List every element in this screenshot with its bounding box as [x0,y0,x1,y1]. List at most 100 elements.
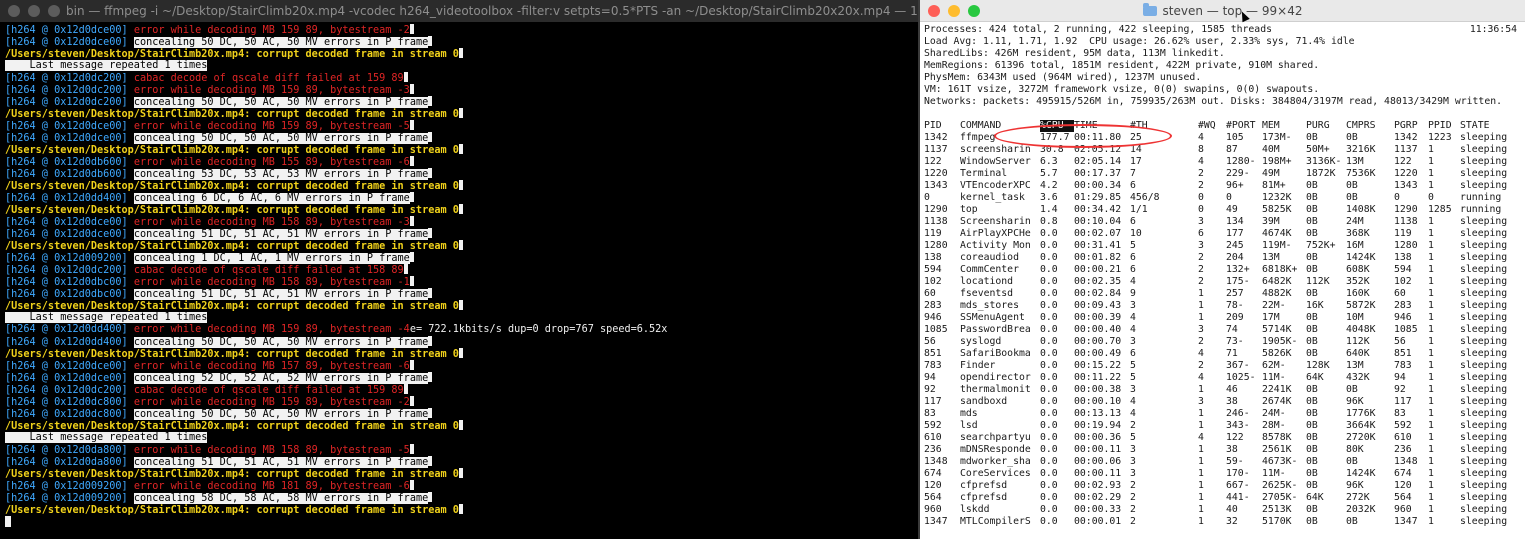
table-cell: 1220 [1394,168,1418,179]
summary-line: MemRegions: 61396 total, 1851M resident,… [924,60,1320,71]
corrupt-frame-text: /Users/steven/Desktop/StairClimb20x.mp4:… [5,469,459,480]
table-cell: 0B [1306,468,1318,479]
table-row: 83 mds 0.0 00:13.13 4 1 246- 24M- 0B 1776K 83 1 slee… [924,408,1525,420]
highlight-bar [458,420,463,430]
column-header: COMMAND [960,120,1002,131]
table-cell: CoreServices [960,468,1031,479]
terminal-window-ffmpeg[interactable]: bin — ffmpeg -i ~/Desktop/StairClimb20x.… [0,0,918,539]
table-cell: Terminal [960,168,1008,179]
table-cell: lsd [960,420,978,431]
table-cell: 7 [1130,168,1136,179]
table-cell: 6482K [1262,276,1292,287]
table-cell: 0.0 [1040,348,1058,359]
table-cell: 00:17.37 [1074,168,1122,179]
table-cell: 0.0 [1040,492,1058,503]
highlight-bar [428,36,433,46]
table-row: 1137 screensharin 30.8 02:05.12 14 8 87 40M 50M+… [924,144,1525,156]
minimize-button[interactable] [28,5,40,17]
corrupt-frame-text: /Users/steven/Desktop/StairClimb20x.mp4:… [5,49,459,60]
table-cell: 783 [924,360,942,371]
table-cell: 0 [924,192,930,203]
table-cell: 1342 [1394,132,1418,143]
line-prefix: [h264 @ 0x12d0dc200] [5,73,128,84]
column-header: PID [924,120,942,131]
table-cell: SSMenuAgent [960,312,1025,323]
zoom-button[interactable] [48,5,60,17]
table-cell: fseventsd [960,288,1014,299]
folder-icon [1142,3,1157,16]
table-cell: 0.0 [1040,240,1058,251]
line-prefix: [h264 @ 0x12d0da800] [5,457,128,468]
table-cell: 0.0 [1040,228,1058,239]
table-cell: 229- [1226,168,1250,179]
line-prefix: [h264 @ 0x12d0dd400] [5,337,128,348]
line-prefix: [h264 @ 0x12d009200] [5,253,128,264]
top-output[interactable]: 11:36:54 Processes: 424 total, 2 running… [920,22,1525,528]
line-prefix: [h264 @ 0x12d0dd400] [5,193,128,204]
terminal-line: [h264 @ 0x12d0dce00] error while decodin… [5,24,918,36]
line-prefix: [h264 @ 0x12d0da800] [5,445,128,456]
table-cell: sleeping [1460,180,1508,191]
table-cell: 71 [1226,348,1238,359]
table-cell: screensharin [960,144,1031,155]
table-cell: 0.0 [1040,504,1058,515]
table-cell: 73- [1226,336,1244,347]
table-cell: 2 [1198,360,1204,371]
terminal-line: [h264 @ 0x12d0dce00] concealing 50 DC, 5… [5,36,918,48]
terminal-output[interactable]: [h264 @ 0x12d0dce00] error while decodin… [0,22,918,528]
table-cell: 0.0 [1040,408,1058,419]
table-cell: 16M [1346,240,1364,251]
line-prefix: [h264 @ 0x12d0dc800] [5,409,128,420]
close-button[interactable] [8,5,20,17]
terminal-line: [h264 @ 0x12d0dd400] concealing 50 DC, 5… [5,336,918,348]
table-cell: 1 [1198,504,1204,515]
table-cell: 1137 [1394,144,1418,155]
table-cell: 00:00.38 [1074,384,1122,395]
error-text: error while decoding MB 158 89, bytestre… [133,217,410,228]
titlebar-top[interactable]: steven — top — 99×42 [920,0,1525,22]
table-cell: 851 [1394,348,1412,359]
table-cell: sleeping [1460,156,1508,167]
error-text: error while decoding MB 159 89, bytestre… [133,397,410,408]
table-cell: 56 [924,336,936,347]
table-body: 1342 ffmpeg 177.7 00:11.80 25 4 105 173M- 0B 0B 13… [924,132,1525,528]
corrupt-frame-text: /Users/steven/Desktop/StairClimb20x.mp4:… [5,145,459,156]
table-cell: 00:00.70 [1074,336,1122,347]
table-cell: 456/8 [1130,192,1160,203]
table-cell: 592 [1394,420,1412,431]
table-cell: 0B [1306,228,1318,239]
table-cell: 4 [1130,324,1136,335]
table-cell: 00:00.06 [1074,456,1122,467]
table-cell: 608K [1346,264,1370,275]
table-cell: 5 [1130,372,1136,383]
terminal-line: [h264 @ 0x12d0dc200] cabac decode of qsc… [5,72,918,84]
table-cell: 2241K [1262,384,1292,395]
table-row: 138 coreaudiod 0.0 00:01.82 6 2 204 13M 0B 1424K 1… [924,252,1525,264]
table-cell: 00:00.21 [1074,264,1122,275]
table-cell: 13M [1346,360,1364,371]
highlight-bar [428,168,433,178]
table-cell: 1138 [924,216,948,227]
summary-line: Processes: 424 total, 2 running, 422 sle… [924,24,1272,35]
table-row: 1138 Screensharin 0.8 00:10.04 6 3 134 39M 0B 24M… [924,216,1525,228]
table-cell: 783 [1394,360,1412,371]
table-cell: 00:13.13 [1074,408,1122,419]
table-cell: PasswordBrea [960,324,1031,335]
table-row: 60 fseventsd 0.0 00:02.84 9 1 257 4882K 0B 160K 60… [924,288,1525,300]
table-cell: 87 [1226,144,1238,155]
table-row: 610 searchpartyu 0.0 00:00.36 5 4 122 8578K 0B 27… [924,432,1525,444]
titlebar-ffmpeg[interactable]: bin — ffmpeg -i ~/Desktop/StairClimb20x.… [0,0,918,22]
table-cell: WindowServer [960,156,1031,167]
table-cell: 4 [1130,276,1136,287]
table-cell: 640K [1346,348,1370,359]
table-cell: 1 [1428,360,1434,371]
highlight-bar [458,48,463,58]
conceal-text: concealing 51 DC, 51 AC, 51 MV errors in… [133,289,429,300]
table-cell: 1 [1428,288,1434,299]
table-cell: 283 [1394,300,1412,311]
table-cell: 0 [1198,204,1204,215]
table-cell: 92 [924,384,936,395]
table-cell: 1 [1428,420,1434,431]
terminal-window-top[interactable]: steven — top — 99×42 11:36:54 Processes:… [920,0,1525,539]
table-cell: 0.0 [1040,252,1058,263]
